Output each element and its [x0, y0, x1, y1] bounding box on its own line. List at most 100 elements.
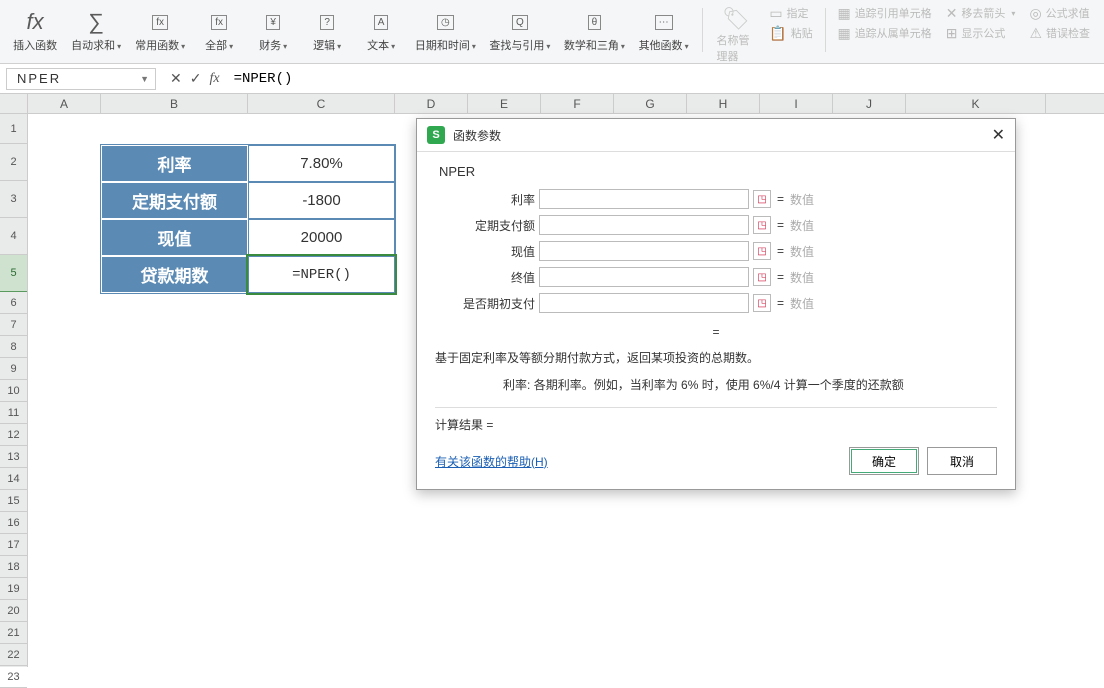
label: 日期和时间	[415, 37, 476, 53]
value-rate[interactable]: 7.80%	[248, 145, 395, 182]
error-check-button[interactable]: ⚠错误检查	[1023, 24, 1096, 42]
param-input-pv[interactable]	[539, 241, 749, 261]
ok-button[interactable]: 确定	[849, 447, 919, 475]
row-header-5[interactable]: 5	[0, 255, 27, 292]
param-row-rate: 利率 ◳ = 数值	[435, 189, 997, 209]
tag-icon: 🏷	[722, 6, 750, 32]
value-payment[interactable]: -1800	[248, 182, 395, 219]
label-nper: 贷款期数	[101, 256, 248, 293]
row-header-8[interactable]: 8	[0, 336, 27, 358]
show-formulas-button[interactable]: ⊞显示公式	[940, 24, 1022, 42]
math-button[interactable]: θ 数学和三角	[559, 4, 630, 58]
cancel-button[interactable]: 取消	[927, 447, 997, 475]
row-header-16[interactable]: 16	[0, 512, 27, 534]
more-functions-button[interactable]: ⋯ 其他函数	[634, 4, 694, 58]
param-input-fv[interactable]	[539, 267, 749, 287]
row-header-18[interactable]: 18	[0, 556, 27, 578]
question-icon: ?	[320, 9, 334, 35]
row-header-12[interactable]: 12	[0, 424, 27, 446]
select-all-corner[interactable]	[0, 94, 28, 113]
label: 指定	[787, 5, 809, 21]
column-header-J[interactable]: J	[833, 94, 906, 113]
row-header-6[interactable]: 6	[0, 292, 27, 314]
column-header-G[interactable]: G	[614, 94, 687, 113]
cancel-formula-icon[interactable]: ✕	[170, 70, 182, 87]
row-header-15[interactable]: 15	[0, 490, 27, 512]
param-hint: 数值	[790, 191, 814, 208]
function-description: 基于固定利率及等额分期付款方式，返回某项投资的总期数。	[435, 349, 997, 366]
separator	[825, 8, 826, 52]
row-header-13[interactable]: 13	[0, 446, 27, 468]
row-header-21[interactable]: 21	[0, 622, 27, 644]
trace-dependents-button[interactable]: ▦追踪从属单元格	[831, 24, 937, 42]
value-nper-active-cell[interactable]: =NPER()	[248, 256, 395, 293]
error-icon: ⚠	[1029, 25, 1042, 42]
insert-function-button[interactable]: fx 插入函数	[8, 4, 62, 58]
param-hint: 数值	[790, 243, 814, 260]
param-hint: 数值	[790, 217, 814, 234]
row-header-19[interactable]: 19	[0, 578, 27, 600]
remove-arrows-button[interactable]: ✕移去箭头▾	[940, 4, 1022, 22]
accept-formula-icon[interactable]: ✓	[190, 70, 202, 87]
all-functions-button[interactable]: fx 全部	[194, 4, 244, 58]
param-input-pmt[interactable]	[539, 215, 749, 235]
row-header-22[interactable]: 22	[0, 644, 27, 666]
row-header-23[interactable]: 23	[0, 666, 27, 688]
autosum-button[interactable]: ∑ 自动求和	[66, 4, 126, 58]
row-header-10[interactable]: 10	[0, 380, 27, 402]
help-link[interactable]: 有关该函数的帮助(H)	[435, 453, 548, 470]
range-picker-icon[interactable]: ◳	[753, 294, 771, 312]
range-picker-icon[interactable]: ◳	[753, 190, 771, 208]
param-row-fv: 终值 ◳ = 数值	[435, 267, 997, 287]
label: 常用函数	[135, 37, 185, 53]
row-header-14[interactable]: 14	[0, 468, 27, 490]
name-manager-button[interactable]: 🏷 名称管理器	[711, 4, 762, 66]
paste-icon: 📋	[769, 25, 786, 42]
paste-button[interactable]: 📋粘贴	[763, 24, 818, 42]
datetime-button[interactable]: ◷ 日期和时间	[410, 4, 481, 58]
label: 追踪从属单元格	[855, 25, 932, 41]
column-header-C[interactable]: C	[248, 94, 395, 113]
row-header-1[interactable]: 1	[0, 114, 27, 144]
range-picker-icon[interactable]: ◳	[753, 216, 771, 234]
close-button[interactable]: ✕	[992, 125, 1005, 145]
row-header-20[interactable]: 20	[0, 600, 27, 622]
label: 其他函数	[639, 37, 689, 53]
param-input-rate[interactable]	[539, 189, 749, 209]
column-header-A[interactable]: A	[28, 94, 101, 113]
row-header-17[interactable]: 17	[0, 534, 27, 556]
row-header-2[interactable]: 2	[0, 144, 27, 181]
assign-button[interactable]: ▭指定	[763, 4, 818, 22]
row-header-9[interactable]: 9	[0, 358, 27, 380]
column-header-F[interactable]: F	[541, 94, 614, 113]
range-picker-icon[interactable]: ◳	[753, 268, 771, 286]
range-picker-icon[interactable]: ◳	[753, 242, 771, 260]
column-header-D[interactable]: D	[395, 94, 468, 113]
financial-button[interactable]: ¥ 财务	[248, 4, 298, 58]
fx-icon[interactable]: fx	[209, 71, 219, 87]
column-header-K[interactable]: K	[906, 94, 1046, 113]
label: 财务	[259, 37, 287, 53]
dialog-titlebar[interactable]: S 函数参数 ✕	[417, 119, 1015, 152]
equals: =	[777, 218, 784, 232]
row-header-4[interactable]: 4	[0, 218, 27, 255]
trace-precedents-button[interactable]: ▦追踪引用单元格	[831, 4, 937, 22]
row-header-7[interactable]: 7	[0, 314, 27, 336]
logical-button[interactable]: ? 逻辑	[302, 4, 352, 58]
row-header-3[interactable]: 3	[0, 181, 27, 218]
param-input-type[interactable]	[539, 293, 749, 313]
value-pv[interactable]: 20000	[248, 219, 395, 256]
column-header-H[interactable]: H	[687, 94, 760, 113]
label: 名称管理器	[717, 32, 756, 64]
evaluate-formula-button[interactable]: ◎公式求值	[1023, 4, 1096, 22]
recent-functions-button[interactable]: fx 常用函数	[130, 4, 190, 58]
formula-input[interactable]	[228, 71, 1104, 87]
row-header-11[interactable]: 11	[0, 402, 27, 424]
column-header-B[interactable]: B	[101, 94, 248, 113]
param-description: 利率: 各期利率。例如，当利率为 6% 时，使用 6%/4 计算一个季度的还款额	[503, 376, 997, 393]
column-header-I[interactable]: I	[760, 94, 833, 113]
text-button[interactable]: A 文本	[356, 4, 406, 58]
name-box[interactable]: NPER ▼	[6, 68, 156, 90]
lookup-button[interactable]: Q 查找与引用	[485, 4, 556, 58]
column-header-E[interactable]: E	[468, 94, 541, 113]
